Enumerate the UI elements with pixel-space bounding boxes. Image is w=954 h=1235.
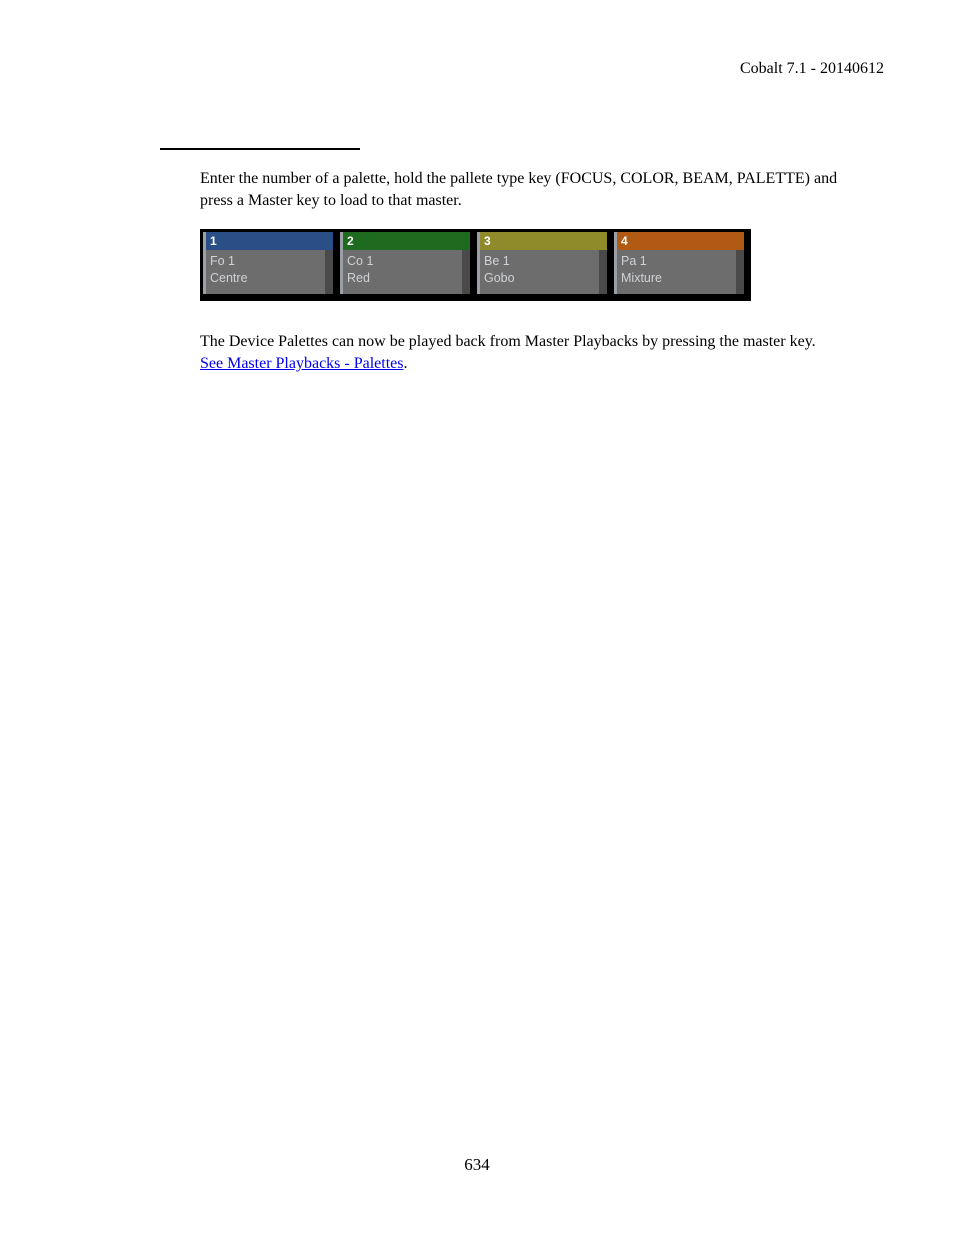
document-page: Cobalt 7.1 - 20140612 Enter the number o… (0, 0, 954, 1235)
palette-cell-beam: 3 Be 1 Gobo (477, 232, 607, 294)
palette-body: Pa 1 Mixture (614, 250, 744, 294)
palette-body: Fo 1 Centre (203, 250, 333, 294)
palette-body: Co 1 Red (340, 250, 470, 294)
page-number: 634 (0, 1155, 954, 1175)
palette-cell-focus: 1 Fo 1 Centre (203, 232, 333, 294)
followup-text-pre: The Device Palettes can now be played ba… (200, 333, 816, 350)
palette-cell-color: 2 Co 1 Red (340, 232, 470, 294)
instruction-paragraph: Enter the number of a palette, hold the … (200, 168, 839, 211)
palette-label: Red (347, 270, 458, 287)
header-version: Cobalt 7.1 - 20140612 (70, 60, 884, 78)
palette-number: 3 (477, 232, 607, 250)
followup-text-post: . (404, 355, 408, 372)
palette-code: Be 1 (484, 253, 595, 270)
palette-code: Pa 1 (621, 253, 732, 270)
section-divider (160, 148, 360, 150)
palette-code: Co 1 (347, 253, 458, 270)
palette-number: 2 (340, 232, 470, 250)
palette-cell-palette: 4 Pa 1 Mixture (614, 232, 744, 294)
palette-label: Gobo (484, 270, 595, 287)
content-area: Enter the number of a palette, hold the … (200, 168, 839, 374)
link-master-playbacks-palettes[interactable]: See Master Playbacks - Palettes (200, 355, 404, 372)
palette-code: Fo 1 (210, 253, 321, 270)
palette-number: 1 (203, 232, 333, 250)
palette-label: Centre (210, 270, 321, 287)
followup-paragraph: The Device Palettes can now be played ba… (200, 331, 839, 374)
palette-body: Be 1 Gobo (477, 250, 607, 294)
palette-number: 4 (614, 232, 744, 250)
palette-label: Mixture (621, 270, 732, 287)
palette-screenshot: 1 Fo 1 Centre 2 Co 1 Red 3 Be 1 Gobo (200, 229, 751, 301)
